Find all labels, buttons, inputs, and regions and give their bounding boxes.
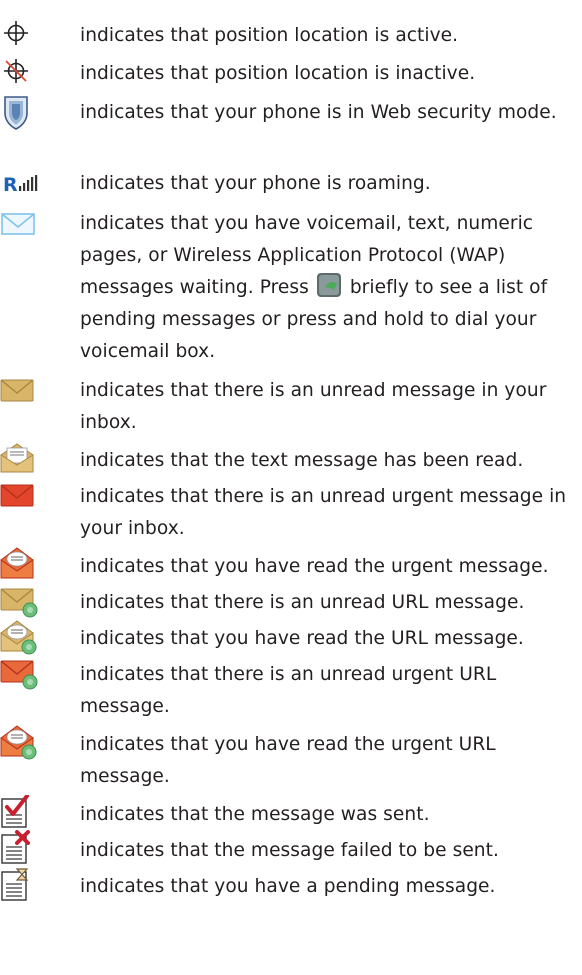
position-location-inactive-icon (0, 56, 44, 90)
roaming-icon: R (0, 167, 44, 201)
messaging-key-icon (316, 272, 342, 298)
message-sent-icon (0, 795, 44, 829)
row-text: indicates that position location is inac… (80, 63, 476, 84)
row-text: indicates that position location is acti… (80, 25, 459, 46)
row-text: indicates that you have read the URL mes… (80, 628, 524, 649)
message-pending-icon (0, 867, 44, 901)
row-text: indicates that you have a pending messag… (80, 876, 496, 897)
row-text: indicates that the text message has been… (80, 450, 524, 471)
row-text: indicates that your phone is roaming. (80, 173, 431, 194)
read-urgent-message-icon (0, 545, 44, 579)
row-text: indicates that the message failed to be … (80, 840, 499, 861)
row-text: indicates that there is an unread messag… (80, 380, 547, 433)
row-text: indicates that there is an unread urgent… (80, 486, 567, 539)
unread-urgent-message-icon (0, 480, 44, 514)
unread-urgent-url-message-icon (0, 655, 44, 690)
web-security-shield-icon (0, 93, 44, 130)
position-location-active-icon (0, 18, 44, 52)
row-text: indicates that you have voicemail, text,… (80, 208, 580, 368)
row-text: indicates that there is an unread urgent… (80, 664, 497, 717)
messages-waiting-envelope-icon (0, 208, 44, 242)
read-message-icon (0, 441, 44, 475)
row-text: indicates that the message was sent. (80, 804, 430, 825)
unread-url-message-icon (0, 583, 44, 618)
svg-text:R: R (3, 174, 18, 196)
row-text: indicates that you have read the urgent … (80, 556, 549, 577)
row-text: indicates that you have read the urgent … (80, 734, 496, 787)
row-text: indicates that there is an unread URL me… (80, 592, 525, 613)
read-url-message-icon (0, 618, 44, 655)
message-failed-icon (0, 830, 44, 864)
row-text: indicates that your phone is in Web secu… (80, 102, 557, 123)
unread-message-icon (0, 374, 44, 408)
read-urgent-url-message-icon (0, 723, 44, 760)
